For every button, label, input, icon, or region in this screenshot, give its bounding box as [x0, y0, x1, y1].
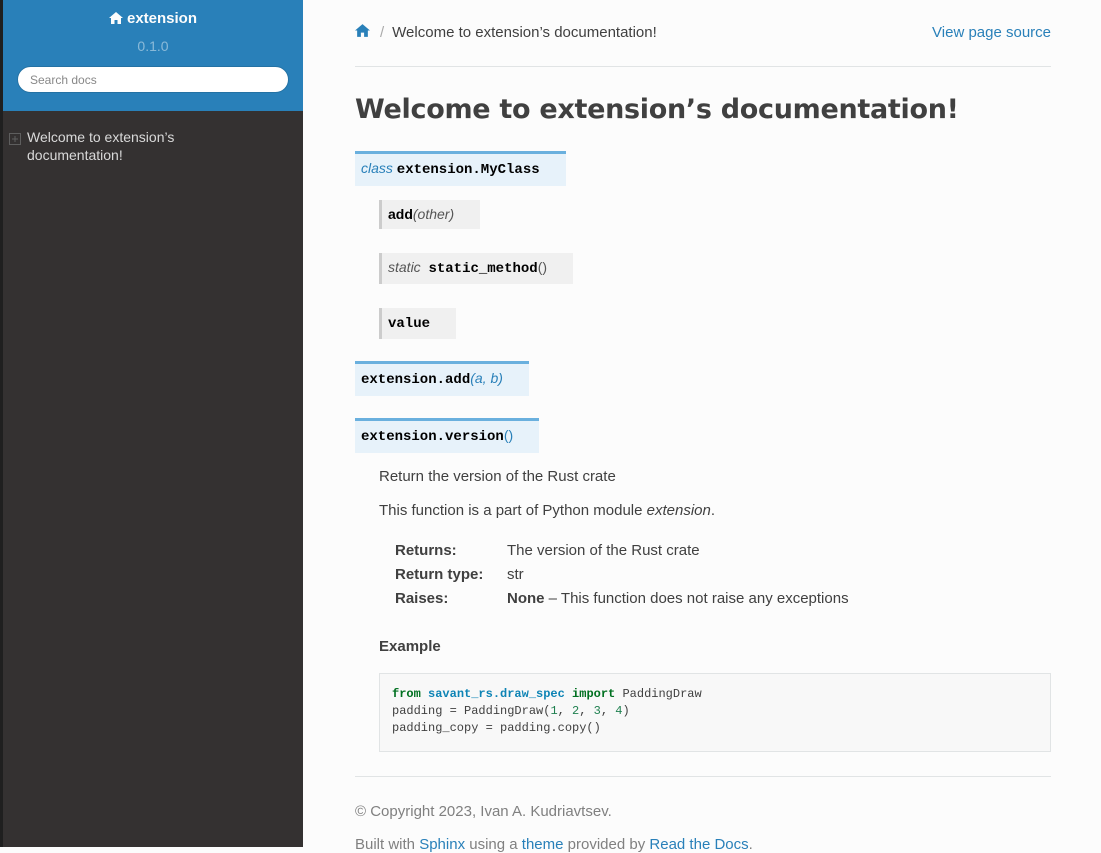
- member-add: add(other): [379, 200, 1051, 229]
- attribute-name: value: [388, 316, 431, 332]
- module-note-prefix: This function is a part of Python module: [379, 502, 647, 519]
- footer: © Copyright 2023, Ivan A. Kudriavtsev. B…: [355, 803, 1051, 853]
- nav-item-label: Welcome to extension’s documentation!: [27, 129, 175, 163]
- field-name: Raises:: [395, 590, 449, 607]
- method-prefix: static: [388, 259, 421, 275]
- method-name: static_method: [428, 261, 538, 277]
- function-params: (a, b): [470, 370, 503, 386]
- view-page-source-link[interactable]: View page source: [932, 24, 1051, 41]
- project-name: extension: [126, 10, 198, 27]
- code-keyword: import: [572, 687, 616, 701]
- description-text: Return the version of the Rust crate: [379, 468, 616, 485]
- search-input[interactable]: [17, 66, 289, 93]
- code-module: savant_rs.draw_spec: [428, 687, 565, 701]
- built-with-text: Built with Sphinx using a theme provided…: [355, 836, 1051, 853]
- provided-by-label: provided by: [567, 836, 646, 853]
- code-block: from savant_rs.draw_spec import PaddingD…: [379, 673, 1051, 752]
- nav-menu: Welcome to extension’s documentation!: [3, 128, 303, 164]
- code-number: 2: [572, 704, 580, 718]
- member-value: value: [379, 308, 1051, 339]
- field-list: Returns: The version of the Rust crate R…: [395, 539, 849, 611]
- code-line: from savant_rs.draw_spec import PaddingD…: [392, 686, 1038, 703]
- code-name: PaddingDraw: [622, 687, 702, 701]
- read-the-docs-link[interactable]: Read the Docs: [649, 836, 748, 853]
- function-signature-add: extension.add(a, b): [355, 361, 529, 396]
- field-row-raises: Raises: None – This function does not ra…: [395, 587, 849, 611]
- member-static-method: static static_method(): [379, 253, 1051, 284]
- code-line: padding_copy = padding.copy(): [392, 721, 601, 735]
- function-version-block: extension.version() Return the version o…: [355, 418, 1051, 752]
- breadcrumb-separator: /: [380, 23, 385, 41]
- method-params: (other): [412, 206, 455, 222]
- code-text: padding = PaddingDraw(: [392, 704, 551, 718]
- sphinx-link[interactable]: Sphinx: [419, 836, 465, 853]
- expand-plus-icon[interactable]: [9, 131, 21, 145]
- sidebar: extension 0.1.0 Welcome to extension’s d…: [0, 0, 303, 847]
- code-number: 1: [550, 704, 558, 718]
- module-note-suffix: .: [710, 502, 716, 519]
- footer-period: .: [748, 836, 753, 853]
- function-signature-version: extension.version(): [355, 418, 540, 453]
- class-members: add(other) static static_method() value: [379, 200, 1051, 339]
- field-name: Return type:: [395, 566, 484, 583]
- field-name: Returns:: [395, 542, 457, 559]
- code-line: padding = PaddingDraw(1, 2, 3, 4): [392, 704, 630, 718]
- code-number: 3: [593, 704, 601, 718]
- breadcrumb: / Welcome to extension’s documentation! …: [355, 0, 1051, 67]
- home-icon: [108, 11, 123, 28]
- method-params: (): [537, 259, 548, 275]
- sidebar-header: extension 0.1.0: [3, 0, 303, 111]
- class-keyword: class: [361, 160, 393, 176]
- field-value: The version of the Rust crate: [507, 542, 700, 559]
- class-name: extension.MyClass: [396, 162, 540, 178]
- breadcrumb-current: Welcome to extension’s documentation!: [392, 23, 657, 41]
- copyright-text: © Copyright 2023, Ivan A. Kudriavtsev.: [355, 803, 612, 820]
- function-description: Return the version of the Rust crate Thi…: [379, 467, 1051, 752]
- project-home-link[interactable]: extension: [108, 10, 198, 28]
- theme-link[interactable]: theme: [522, 836, 564, 853]
- exception-name: None: [507, 590, 545, 607]
- breadcrumb-home-link[interactable]: [355, 23, 370, 41]
- field-value: None – This function does not raise any …: [507, 587, 849, 611]
- function-name: extension.add: [361, 372, 471, 388]
- method-name: add: [388, 206, 413, 222]
- built-with-label: Built with: [355, 836, 416, 853]
- field-row-returns: Returns: The version of the Rust crate: [395, 539, 849, 563]
- module-note: This function is a part of Python module…: [379, 501, 1051, 521]
- field-row-return-type: Return type: str: [395, 563, 849, 587]
- method-signature-static: static static_method(): [379, 253, 574, 284]
- function-name: extension.version: [361, 429, 504, 445]
- using-a-label: using a: [469, 836, 518, 853]
- version-label: 0.1.0: [137, 38, 169, 54]
- class-block: class extension.MyClass add(other) stati…: [355, 151, 1051, 339]
- code-keyword: from: [392, 687, 421, 701]
- class-signature: class extension.MyClass: [355, 151, 566, 186]
- home-icon: [355, 23, 370, 41]
- page-title: Welcome to extension’s documentation!: [355, 94, 959, 125]
- function-params: (): [503, 427, 514, 443]
- nav-item-welcome[interactable]: Welcome to extension’s documentation!: [3, 128, 303, 164]
- module-name: extension: [646, 502, 711, 519]
- footer-divider: [355, 776, 1051, 777]
- example-heading: Example: [379, 638, 441, 655]
- attribute-signature-value: value: [379, 308, 457, 339]
- main-content: / Welcome to extension’s documentation! …: [355, 0, 1051, 853]
- method-signature-add: add(other): [379, 200, 481, 229]
- code-text: ): [622, 704, 630, 718]
- function-add-block: extension.add(a, b): [355, 361, 1051, 396]
- field-value: str: [507, 566, 524, 583]
- exception-description: – This function does not raise any excep…: [544, 590, 849, 607]
